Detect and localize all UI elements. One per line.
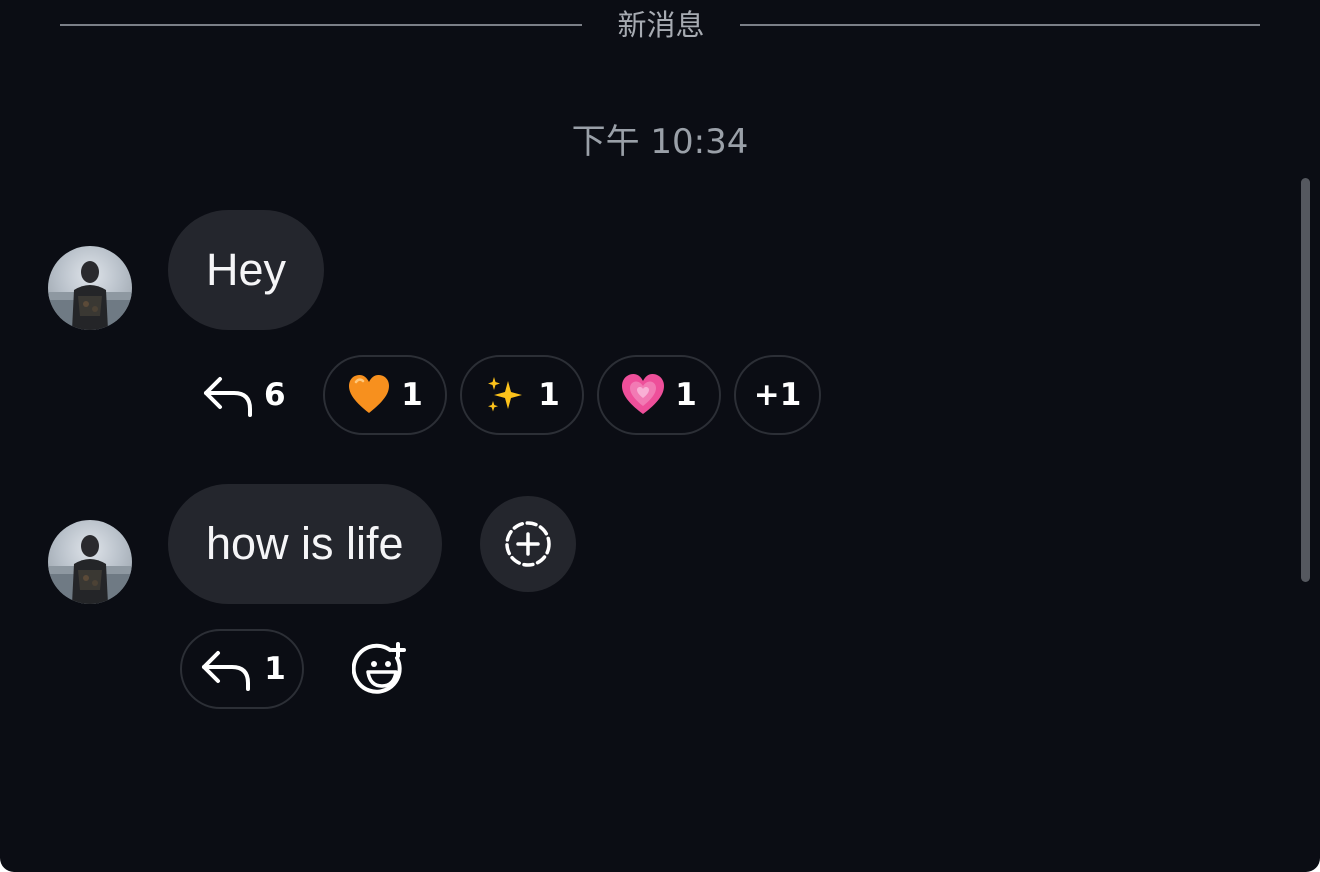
reply-arrow-icon [204,377,252,417]
new-messages-label: 新消息 [617,8,705,42]
message-bubble[interactable]: Hey [168,210,325,330]
scrollbar-thumb[interactable] [1301,178,1310,582]
message-timestamp: 下午 10:34 [571,122,749,162]
reply-thread-button[interactable]: 1 [180,629,304,709]
reaction-pill[interactable]: 1 [597,355,721,435]
avatar[interactable] [48,520,132,604]
orange-heart-emoji [349,375,390,413]
reply-thread-button[interactable]: 6 [200,355,286,435]
reaction-count: 1 [538,377,560,413]
add-circle-dashed-icon [505,521,551,567]
smiley-plus-icon [351,642,406,694]
message-text: Hey [206,244,287,295]
sparkles-emoji [488,377,523,412]
divider-line-right [740,24,1260,26]
reaction-pill[interactable]: 1 [323,355,447,435]
reaction-count: 1 [401,377,423,413]
add-emoji-reaction-button[interactable] [351,640,412,700]
reply-count-label: 1 [264,651,286,687]
avatar[interactable] [48,246,132,330]
reaction-pill[interactable]: 1 [460,355,584,435]
reply-count-label: 6 [264,377,286,413]
avatar-photo [48,261,132,330]
chat-window: 新消息 下午 10:34 Hey 6 1 1 1 +1 how is life … [0,0,1320,872]
message-text: how is life [206,518,404,569]
more-reactions-pill[interactable]: +1 [734,355,821,435]
reaction-count: 1 [675,377,697,413]
reply-arrow-icon [202,651,251,691]
divider-line-left [60,24,582,26]
new-messages-divider: 新消息 [60,8,1260,42]
message-bubble[interactable]: how is life [168,484,442,604]
add-reaction-button[interactable] [480,496,576,592]
more-reactions-label: +1 [753,377,802,413]
growing-pink-heart-emoji [622,374,665,414]
avatar-photo [48,535,132,604]
